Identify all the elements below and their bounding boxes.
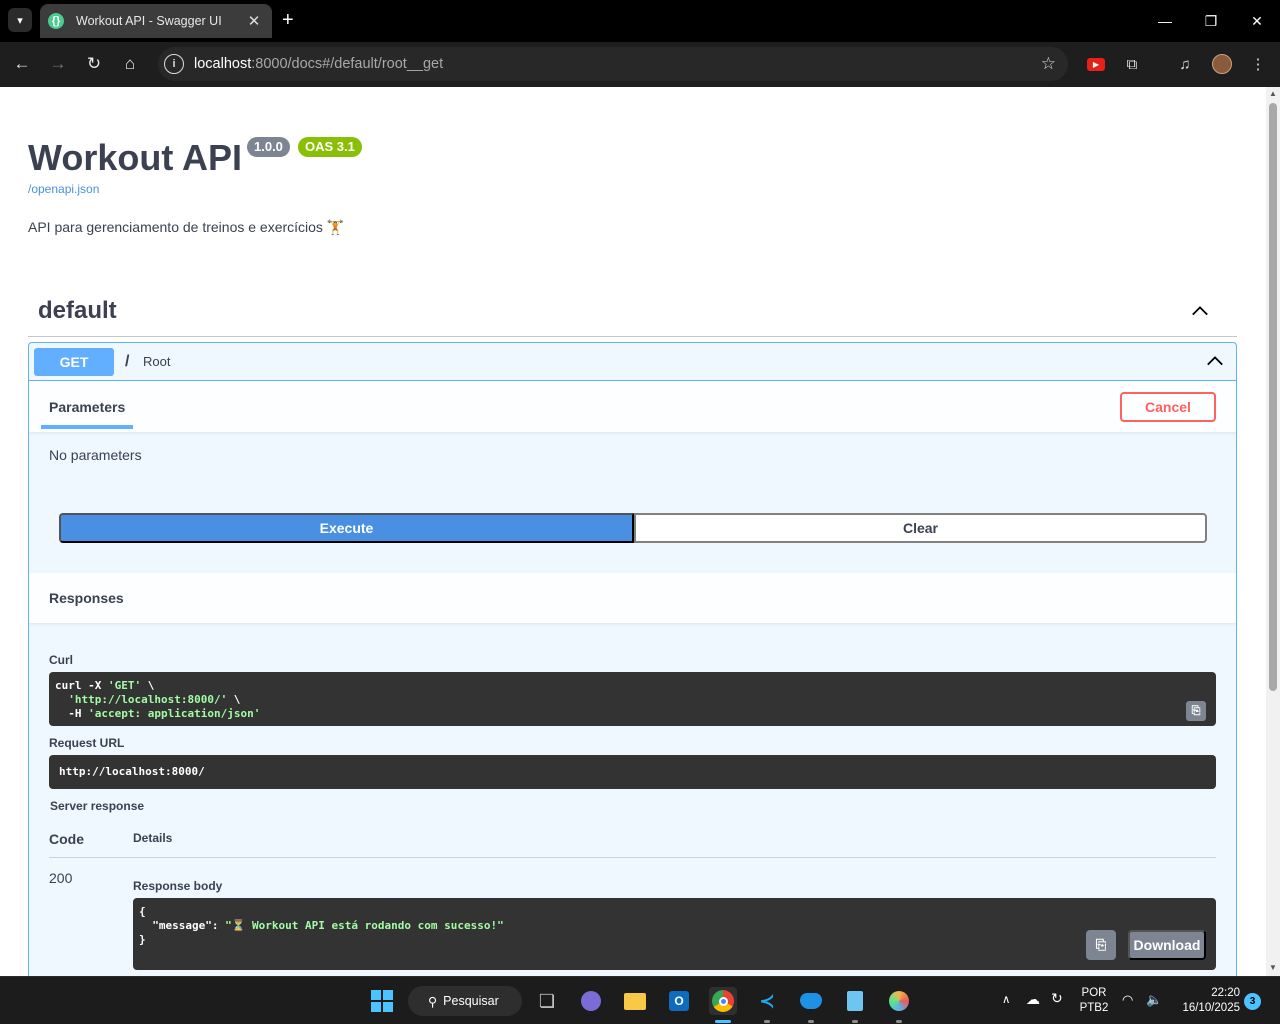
vscode-icon[interactable]: ≺ — [753, 987, 781, 1015]
collapse-chevron-up-icon[interactable] — [1191, 302, 1209, 320]
site-info-icon[interactable]: i — [164, 54, 184, 74]
address-bar[interactable]: i localhost:8000/docs#/default/root__get… — [158, 47, 1068, 81]
operation-chevron-up-icon[interactable] — [1206, 352, 1224, 370]
browser-toolbar: ← → ↻ ⌂ i localhost:8000/docs#/default/r… — [0, 42, 1280, 87]
request-url-block: http://localhost:8000/ — [49, 755, 1216, 789]
home-icon[interactable]: ⌂ — [118, 52, 142, 76]
search-label: Pesquisar — [443, 994, 499, 1008]
windows-start-icon[interactable] — [368, 987, 396, 1015]
download-button[interactable]: Download — [1128, 930, 1206, 960]
cancel-button[interactable]: Cancel — [1120, 392, 1216, 422]
forward-icon[interactable]: → — [46, 52, 70, 76]
response-table-divider — [49, 857, 1216, 858]
code-column-header: Code — [49, 831, 84, 847]
browser-tab[interactable]: {} Workout API - Swagger UI ✕ — [40, 4, 272, 38]
operation-get-root: GET / Root Parameters Cancel No paramete… — [28, 342, 1237, 976]
minimize-icon[interactable]: — — [1142, 0, 1188, 42]
clock[interactable]: 22:20 16/10/2025 — [1174, 986, 1240, 1016]
back-icon[interactable]: ← — [10, 52, 34, 76]
request-url-label: Request URL — [49, 736, 125, 750]
file-explorer-icon[interactable] — [621, 987, 649, 1015]
browser-menu-icon[interactable]: ⋮ — [1246, 52, 1270, 76]
profile-avatar[interactable] — [1210, 52, 1234, 76]
close-window-icon[interactable]: ✕ — [1234, 0, 1280, 42]
wifi-icon[interactable]: ◠ — [1122, 992, 1133, 1007]
reload-icon[interactable]: ↻ — [82, 52, 106, 76]
execute-button[interactable]: Execute — [59, 513, 634, 543]
extensions-puzzle-icon[interactable]: ⧉ — [1120, 52, 1144, 76]
version-badge: 1.0.0 — [247, 137, 290, 157]
chrome-active-indicator — [715, 1020, 731, 1023]
tag-section-default[interactable]: default — [28, 287, 1237, 337]
notepad-running-indicator — [852, 1020, 858, 1023]
copy-curl-icon[interactable]: ⎘ — [1186, 701, 1206, 721]
api-description: API para gerenciamento de treinos e exer… — [28, 219, 345, 235]
oas-badge: OAS 3.1 — [298, 137, 362, 157]
new-tab-icon[interactable]: + — [282, 8, 294, 32]
clear-button[interactable]: Clear — [634, 513, 1207, 543]
tab-search-chevron-icon[interactable]: ▾ — [8, 8, 32, 32]
response-body-label: Response body — [133, 879, 223, 893]
swagger-favicon-icon: {} — [48, 13, 64, 29]
operation-path: / — [125, 353, 130, 370]
docker-icon[interactable] — [797, 987, 825, 1015]
paint-icon[interactable] — [885, 987, 913, 1015]
tray-overflow-icon[interactable]: ∧ — [1002, 993, 1010, 1008]
responses-header: Responses — [29, 573, 1236, 624]
url-text[interactable]: localhost:8000/docs#/default/root__get — [194, 56, 443, 72]
tab-parameters[interactable]: Parameters — [49, 399, 125, 415]
browser-tab-bar: ▾ {} Workout API - Swagger UI ✕ + — ❐ ✕ — [0, 0, 1280, 42]
scroll-down-icon[interactable]: ▼ — [1268, 963, 1278, 972]
api-title: Workout API — [28, 137, 242, 178]
scroll-up-icon[interactable]: ▲ — [1268, 89, 1278, 98]
chrome-icon[interactable] — [709, 987, 737, 1015]
http-method-badge: GET — [34, 348, 114, 376]
page-scrollbar[interactable]: ▲ ▼ — [1266, 87, 1280, 976]
copy-response-icon[interactable]: ⎘ — [1086, 930, 1116, 960]
media-controls-icon[interactable]: ♫ — [1173, 52, 1197, 76]
details-column-header: Details — [133, 831, 173, 845]
notification-badge[interactable]: 3 — [1244, 993, 1261, 1010]
sync-icon[interactable]: ↻ — [1051, 991, 1063, 1006]
tab-close-icon[interactable]: ✕ — [244, 12, 264, 30]
tab-title: Workout API - Swagger UI — [76, 14, 222, 28]
request-url-value: http://localhost:8000/ — [59, 765, 205, 778]
volume-icon[interactable]: 🔈 — [1146, 992, 1162, 1007]
search-icon: ⚲ — [428, 994, 438, 1009]
swagger-page: Workout API 1.0.0 OAS 3.1 /openapi.json … — [0, 87, 1266, 976]
restore-icon[interactable]: ❐ — [1188, 0, 1234, 42]
curl-label: Curl — [49, 653, 73, 667]
responses-title: Responses — [49, 590, 124, 606]
openapi-json-link[interactable]: /openapi.json — [28, 182, 99, 196]
input-language[interactable]: POR PTB2 — [1078, 986, 1110, 1016]
response-status-code: 200 — [49, 870, 73, 886]
scroll-thumb[interactable] — [1269, 103, 1277, 691]
task-view-icon[interactable]: ❏ — [533, 987, 561, 1015]
parameters-header: Parameters Cancel — [29, 381, 1236, 433]
onedrive-cloud-icon[interactable]: ☁ — [1026, 992, 1040, 1007]
server-response-label: Server response — [50, 799, 145, 813]
curl-code-block: curl -X 'GET' \ 'http://localhost:8000/'… — [49, 672, 1216, 726]
youtube-extension-icon[interactable]: ▶ — [1084, 52, 1108, 76]
operation-summary-text: Root — [143, 354, 171, 369]
windows-taskbar: ⚲ Pesquisar ❏ O ≺ ∧ ☁ ↻ POR PTB2 ◠ 🔈 22:… — [0, 976, 1280, 1024]
vscode-running-indicator — [764, 1020, 770, 1023]
bookmark-star-icon[interactable]: ☆ — [1041, 54, 1056, 74]
response-body-block: { "message": "⏳ Workout API está rodando… — [133, 898, 1216, 970]
taskbar-search[interactable]: ⚲ Pesquisar — [408, 986, 522, 1016]
no-parameters-text: No parameters — [49, 447, 142, 463]
outlook-icon[interactable]: O — [665, 987, 693, 1015]
notepad-icon[interactable] — [841, 987, 869, 1015]
tag-name: default — [38, 297, 117, 324]
docker-running-indicator — [808, 1020, 814, 1023]
execute-wrapper: Execute Clear — [59, 513, 1207, 543]
paint-running-indicator — [896, 1020, 902, 1023]
operation-summary[interactable]: GET / Root — [29, 343, 1236, 381]
teams-meet-icon[interactable] — [577, 987, 605, 1015]
active-tab-indicator — [41, 425, 133, 429]
